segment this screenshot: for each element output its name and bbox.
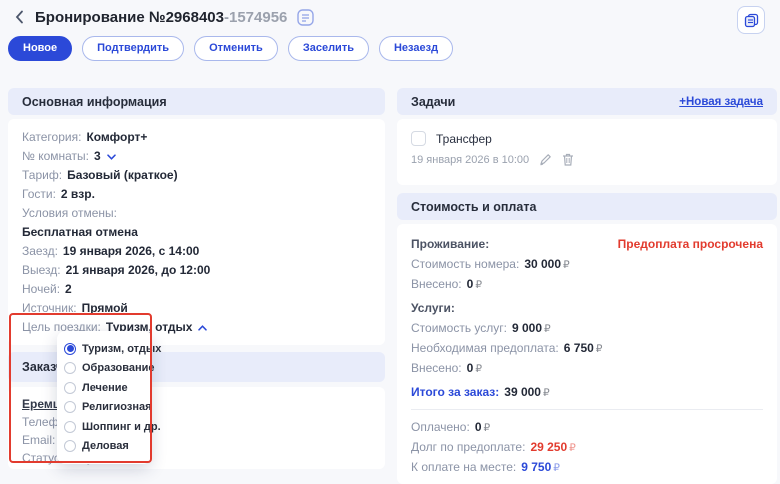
field-room-number: № комнаты:3 — [22, 147, 371, 166]
payment-header: Стоимость и оплата — [397, 193, 777, 220]
edit-task-button[interactable] — [539, 153, 552, 166]
chevron-left-icon — [15, 10, 24, 24]
main-info-title: Основная информация — [22, 95, 167, 109]
radio-icon — [64, 401, 76, 413]
page-header: Бронирование №2968403-1574956 — [10, 7, 314, 27]
delete-task-button[interactable] — [562, 153, 574, 166]
payment-title: Стоимость и оплата — [411, 200, 536, 214]
row-lodging: Проживание: Предоплата просрочена — [411, 234, 763, 254]
row-pay-on-site: К оплате на месте:9 750₽ — [411, 457, 763, 477]
radio-selected-icon — [64, 343, 76, 355]
new-task-link[interactable]: +Новая задача — [679, 96, 763, 108]
field-guests: Гости:2 взр. — [22, 185, 371, 204]
tasks-header: Задачи +Новая задача — [397, 88, 777, 115]
dropdown-option-shopping[interactable]: Шоппинг и др. — [57, 417, 151, 437]
field-check-out: Выезд:21 января 2026, до 12:00 — [22, 261, 371, 280]
booking-details-icon[interactable] — [297, 9, 314, 26]
pencil-icon — [539, 153, 552, 166]
field-source: Источник:Прямой — [22, 299, 371, 318]
no-show-button[interactable]: Незаезд — [379, 36, 453, 61]
task-checkbox[interactable] — [411, 131, 426, 146]
row-paid-lodging: Внесено:0₽ — [411, 274, 763, 294]
divider — [411, 409, 763, 410]
row-services-header: Услуги: — [411, 298, 763, 318]
dropdown-option-education[interactable]: Образование — [57, 359, 151, 379]
chevron-up-icon[interactable] — [198, 325, 207, 331]
radio-icon — [64, 362, 76, 374]
row-services-cost: Стоимость услуг:9 000₽ — [411, 318, 763, 338]
radio-icon — [64, 440, 76, 452]
back-button[interactable] — [10, 7, 28, 27]
dropdown-option-treatment[interactable]: Лечение — [57, 378, 151, 398]
field-check-in: Заезд:19 января 2026, с 14:00 — [22, 242, 371, 261]
row-paid-total: Оплачено:0₽ — [411, 417, 763, 437]
task-label: Трансфер — [436, 132, 492, 146]
dropdown-option-tourism[interactable]: Туризм, отдых — [57, 339, 151, 359]
field-category: Категория:Комфорт+ — [22, 128, 371, 147]
confirm-button[interactable]: Подтвердить — [82, 36, 184, 61]
copy-booking-button[interactable] — [737, 6, 765, 34]
tasks-card: Трансфер 19 января 2026 в 10:00 — [397, 119, 777, 185]
dropdown-option-religious[interactable]: Религиозная — [57, 398, 151, 418]
row-prepayment-debt: Долг по предоплате:29 250₽ — [411, 437, 763, 457]
page-title: Бронирование №2968403-1574956 — [35, 9, 287, 26]
row-required-prepayment: Необходимая предоплата:6 750₽ — [411, 338, 763, 358]
chevron-down-icon[interactable] — [107, 154, 116, 160]
radio-icon — [64, 382, 76, 394]
booking-number-suffix: -1574956 — [224, 9, 287, 26]
trip-purpose-dropdown: Туризм, отдых Образование Лечение Религи… — [57, 331, 151, 464]
payment-card: Проживание: Предоплата просрочена Стоимо… — [397, 224, 777, 484]
field-tariff: Тариф:Базовый (краткое) — [22, 166, 371, 185]
field-cancellation-value: Бесплатная отмена — [22, 223, 371, 242]
tasks-title: Задачи — [411, 95, 455, 109]
row-room-cost: Стоимость номера:30 000₽ — [411, 254, 763, 274]
main-info-card: Категория:Комфорт+ № комнаты:3 Тариф:Баз… — [8, 119, 385, 345]
copy-icon — [744, 13, 759, 28]
row-paid-services: Внесено:0₽ — [411, 358, 763, 378]
dropdown-option-business[interactable]: Деловая — [57, 437, 151, 457]
status-pill-new[interactable]: Новое — [8, 36, 72, 61]
row-order-total: Итого за заказ:39 000₽ — [411, 382, 763, 402]
check-in-button[interactable]: Заселить — [288, 36, 369, 61]
main-info-header: Основная информация — [8, 88, 385, 115]
task-datetime: 19 января 2026 в 10:00 — [411, 154, 529, 166]
field-nights: Ночей:2 — [22, 280, 371, 299]
status-pills: Новое Подтвердить Отменить Заселить Неза… — [8, 36, 453, 61]
overdue-badge: Предоплата просрочена — [618, 234, 763, 254]
trash-icon — [562, 153, 574, 166]
field-cancellation-terms: Условия отмены: — [22, 204, 371, 223]
booking-number: Бронирование №2968403 — [35, 9, 224, 26]
task-item: Трансфер 19 января 2026 в 10:00 — [397, 119, 777, 166]
radio-icon — [64, 421, 76, 433]
cancel-button[interactable]: Отменить — [194, 36, 278, 61]
